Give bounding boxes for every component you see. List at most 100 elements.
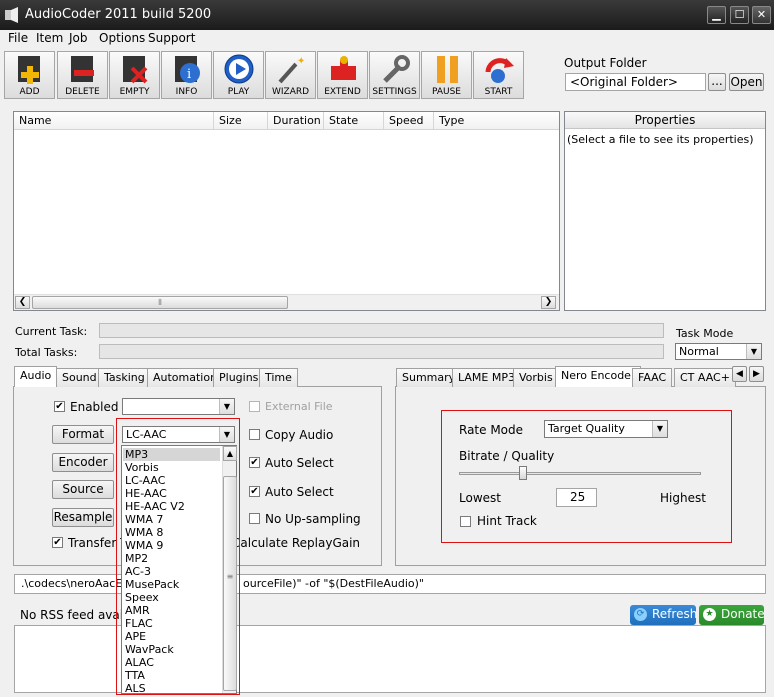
scroll-left-icon[interactable]: ❮ [15, 296, 30, 309]
settings-button[interactable]: SETTINGS [369, 51, 420, 99]
tab-lame-mp3[interactable]: LAME MP3 [452, 368, 521, 387]
tab-sound[interactable]: Sound [56, 368, 103, 387]
wizard-label: WIZARD [271, 87, 310, 97]
format-dropdown-list[interactable]: ▲ ≡ MP3 Vorbis LC-AAC HE-AAC HE-AAC V2 WMA 7W… [121, 445, 237, 695]
extend-button[interactable]: EXTEND [317, 51, 368, 99]
tab-tasking[interactable]: Tasking [98, 368, 151, 387]
format-option-he-aac[interactable]: HE-AAC [125, 487, 167, 500]
empty-label: EMPTY [119, 87, 150, 97]
hint-track-checkbox[interactable] [460, 516, 471, 527]
format-option-wavpack[interactable]: WavPack [125, 643, 174, 656]
delete-button[interactable]: DELETE [57, 51, 108, 99]
menu-options[interactable]: Options [99, 31, 145, 45]
format-option-wma-8[interactable]: WMA 8 [125, 526, 163, 539]
column-name[interactable]: Name [14, 112, 214, 129]
format-option-vorbis[interactable]: Vorbis [125, 461, 159, 474]
extend-label: EXTEND [324, 87, 361, 97]
enabled-label: Enabled [70, 400, 119, 414]
task-mode-select[interactable]: Normal ▼ [675, 343, 762, 360]
source-button[interactable]: Source [52, 480, 114, 499]
task-mode-value: Normal [679, 345, 719, 358]
tab-nero-encoder[interactable]: Nero Encoder [555, 366, 642, 387]
column-state[interactable]: State [324, 112, 384, 129]
transfer-tags-checkbox[interactable]: ✔ [52, 537, 63, 548]
close-button[interactable]: ✕ [752, 6, 771, 24]
tab-scroll-left-icon[interactable]: ◀ [732, 366, 747, 382]
info-button[interactable]: i INFO [161, 51, 212, 99]
encoder-button[interactable]: Encoder [52, 453, 114, 472]
audio-track-select[interactable]: ▼ [122, 398, 235, 415]
menu-support[interactable]: Support [148, 31, 195, 45]
format-option-ac-3[interactable]: AC-3 [125, 565, 151, 578]
title-bar: AudioCoder 2011 build 5200 ▁ ☐ ✕ [0, 0, 774, 30]
refresh-label: Refresh [652, 607, 698, 621]
auto-select-encoder-checkbox[interactable]: ✔ [249, 457, 260, 468]
auto-select-source-checkbox[interactable]: ✔ [249, 486, 260, 497]
scroll-thumb[interactable]: ⦀ [32, 296, 288, 309]
menu-item[interactable]: Item [36, 31, 63, 45]
format-option-he-aac-v2[interactable]: HE-AAC V2 [125, 500, 185, 513]
delete-label: DELETE [65, 87, 100, 97]
format-option-musepack[interactable]: MusePack [125, 578, 179, 591]
format-option-ape[interactable]: APE [125, 630, 146, 643]
rate-mode-select[interactable]: Target Quality ▼ [544, 420, 668, 438]
column-duration[interactable]: Duration [268, 112, 324, 129]
output-folder-input[interactable]: <Original Folder> [565, 73, 706, 91]
pause-label: PAUSE [432, 87, 461, 97]
format-option-flac[interactable]: FLAC [125, 617, 153, 630]
scroll-up-icon[interactable]: ▲ [223, 446, 237, 461]
copy-audio-checkbox[interactable] [249, 429, 260, 440]
refresh-icon: ⟳ [634, 608, 647, 621]
column-type[interactable]: Type [434, 112, 559, 129]
format-option-mp3[interactable]: MP3 [123, 448, 220, 461]
format-option-amr[interactable]: AMR [125, 604, 150, 617]
format-button[interactable]: Format [52, 425, 114, 444]
tab-faac[interactable]: FAAC [632, 368, 673, 387]
menu-job[interactable]: Job [69, 31, 88, 45]
quality-value-input[interactable]: 25 [556, 488, 597, 507]
bitrate-slider-thumb[interactable] [518, 466, 527, 480]
format-option-tta[interactable]: TTA [125, 669, 145, 682]
format-option-alac[interactable]: ALAC [125, 656, 154, 669]
tab-audio[interactable]: Audio [14, 366, 58, 387]
tab-time[interactable]: Time [259, 368, 298, 387]
tab-ct-aac-plus[interactable]: CT AAC+ [674, 368, 736, 387]
resample-button[interactable]: Resample [52, 508, 114, 527]
format-option-lc-aac[interactable]: LC-AAC [125, 474, 165, 487]
add-label: ADD [19, 87, 40, 97]
column-speed[interactable]: Speed [384, 112, 434, 129]
menu-file[interactable]: File [8, 31, 28, 45]
dropdown-scrollbar[interactable]: ▲ ≡ [222, 446, 237, 693]
bitrate-slider-track[interactable] [459, 472, 701, 475]
dropdown-scroll-thumb[interactable]: ≡ [223, 476, 237, 691]
empty-button[interactable]: EMPTY [109, 51, 160, 99]
refresh-button[interactable]: ⟳ Refresh [630, 605, 698, 625]
format-option-wma-9[interactable]: WMA 9 [125, 539, 163, 552]
start-button[interactable]: START [473, 51, 524, 99]
browse-button[interactable]: ... [708, 73, 726, 91]
enabled-checkbox[interactable]: ✔ [54, 401, 65, 412]
pause-button[interactable]: PAUSE [421, 51, 472, 99]
tab-scroll-right-icon[interactable]: ▶ [749, 366, 764, 382]
format-option-wma-7[interactable]: WMA 7 [125, 513, 163, 526]
file-list[interactable]: ❮ ⦀ ❯ [13, 111, 560, 311]
minimize-button[interactable]: ▁ [707, 6, 726, 24]
tab-plugins[interactable]: Plugins [213, 368, 265, 387]
open-button[interactable]: Open [729, 73, 764, 91]
donate-button[interactable]: ★ Donate [699, 605, 765, 625]
properties-placeholder: (Select a file to see its properties) [567, 133, 754, 146]
no-upsampling-checkbox[interactable] [249, 513, 260, 524]
tab-automation[interactable]: Automation [147, 368, 224, 387]
play-button[interactable]: PLAY [213, 51, 264, 99]
format-option-speex[interactable]: Speex [125, 591, 159, 604]
format-option-als[interactable]: ALS [125, 682, 146, 695]
column-size[interactable]: Size [214, 112, 268, 129]
format-option-mp2[interactable]: MP2 [125, 552, 148, 565]
maximize-button[interactable]: ☐ [730, 6, 749, 24]
horizontal-scrollbar[interactable]: ❮ ⦀ ❯ [14, 294, 559, 310]
wizard-button[interactable]: ✦ WIZARD [265, 51, 316, 99]
tab-vorbis[interactable]: Vorbis [513, 368, 559, 387]
scroll-right-icon[interactable]: ❯ [541, 296, 556, 309]
add-button[interactable]: ADD [4, 51, 55, 99]
app-icon [5, 7, 18, 23]
